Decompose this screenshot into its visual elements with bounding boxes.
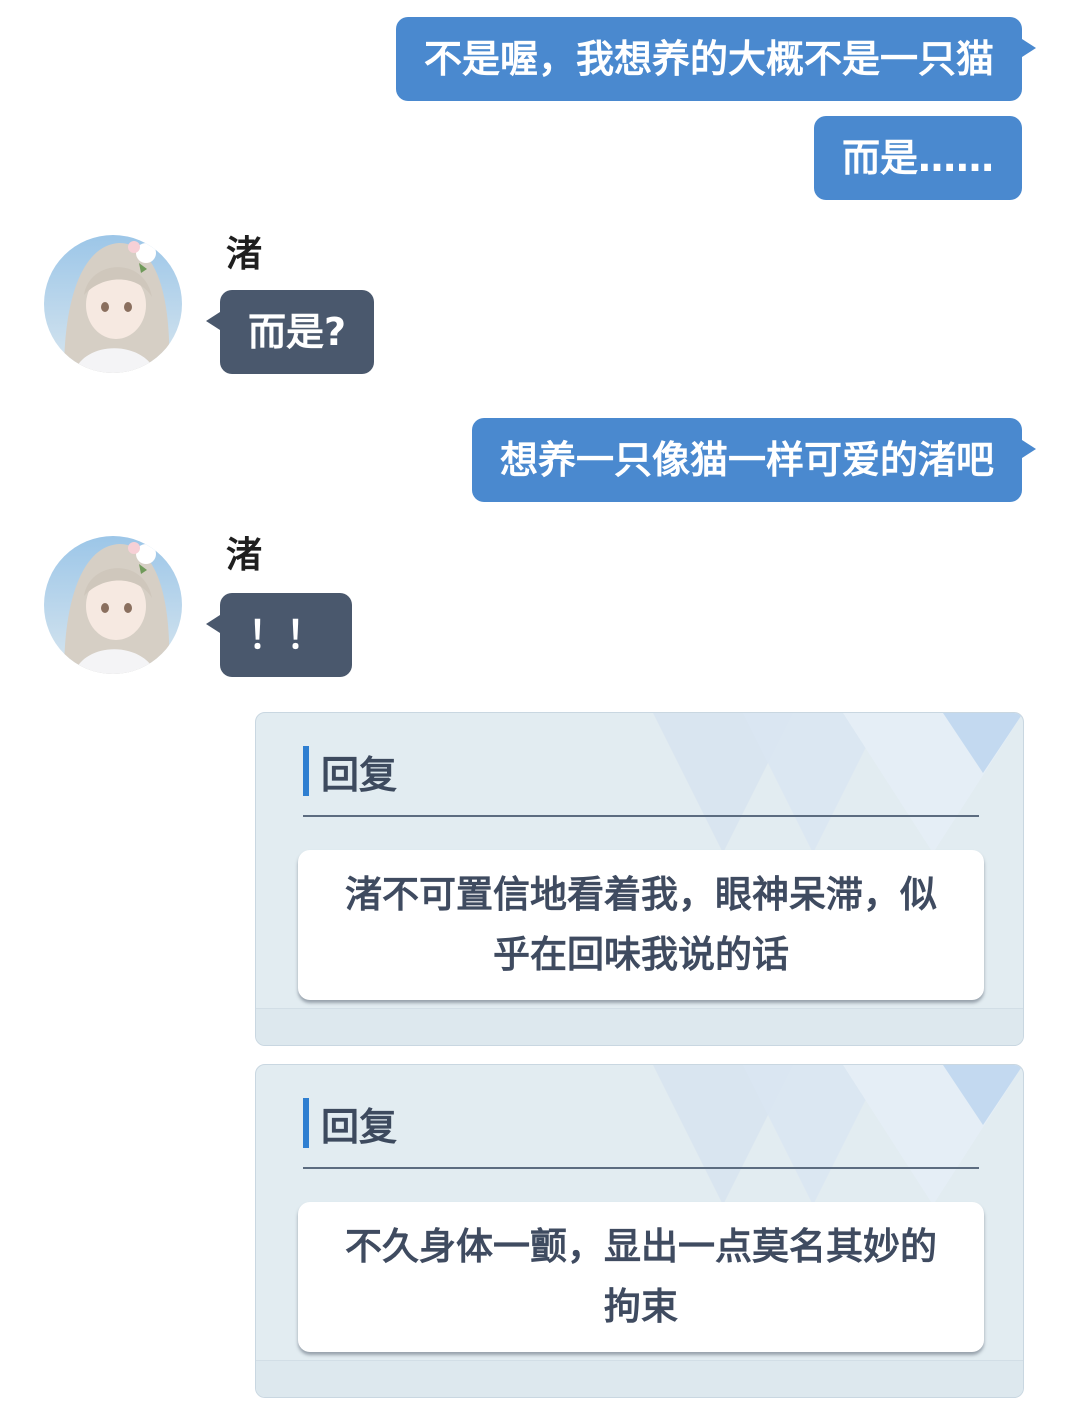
reply-title: 回复 [321, 1104, 398, 1149]
message-text: 想养一只像猫一样可爱的渚吧 [499, 438, 994, 482]
message-text: 而是…… [841, 136, 994, 180]
panel-footer [256, 1008, 1023, 1045]
incoming-message: 而是? [206, 290, 375, 374]
avatar[interactable] [44, 235, 182, 373]
chat-screen: 不是喔，我想养的大概不是一只猫 而是…… 渚 而是? 想养一只像猫一样可爱的渚吧… [0, 0, 1080, 1408]
avatar-image [44, 536, 182, 674]
reply-header: 回复 [303, 1097, 397, 1149]
reply-option-text: 渚不可置信地看着我，眼神呆滞，似乎在回味我说的话 [345, 873, 937, 976]
accent-bar [303, 746, 309, 796]
accent-bar [303, 1098, 309, 1148]
sender-name: 渚 [226, 234, 263, 275]
reply-panel: 回复 渚不可置信地看着我，眼神呆滞，似乎在回味我说的话 [255, 712, 1024, 1046]
avatar-image [44, 235, 182, 373]
reply-header: 回复 [303, 745, 397, 797]
reply-option-button[interactable]: 不久身体一颤，显出一点莫名其妙的拘束 [298, 1202, 984, 1352]
triangle-pattern [653, 713, 1023, 853]
bubble-tail [1022, 440, 1036, 458]
sender-name: 渚 [226, 535, 263, 576]
outgoing-message: 而是…… [813, 116, 1022, 200]
bubble-tail [1022, 39, 1036, 57]
divider [303, 815, 979, 817]
triangle-pattern [653, 1065, 1023, 1205]
message-text: 不是喔，我想养的大概不是一只猫 [423, 37, 994, 81]
message-text: 而是? [248, 310, 347, 354]
outgoing-message: 想养一只像猫一样可爱的渚吧 [471, 418, 1036, 502]
reply-option-button[interactable]: 渚不可置信地看着我，眼神呆滞，似乎在回味我说的话 [298, 850, 984, 1000]
reply-panel: 回复 不久身体一颤，显出一点莫名其妙的拘束 [255, 1064, 1024, 1398]
incoming-message: ！！ [206, 593, 353, 677]
message-text: ！！ [248, 613, 325, 657]
reply-option-text: 不久身体一颤，显出一点莫名其妙的拘束 [345, 1225, 937, 1328]
avatar[interactable] [44, 536, 182, 674]
panel-footer [256, 1360, 1023, 1397]
bubble-tail [206, 615, 220, 633]
outgoing-message: 不是喔，我想养的大概不是一只猫 [395, 17, 1036, 101]
bubble-tail [206, 312, 220, 330]
divider [303, 1167, 979, 1169]
reply-title: 回复 [321, 752, 398, 797]
